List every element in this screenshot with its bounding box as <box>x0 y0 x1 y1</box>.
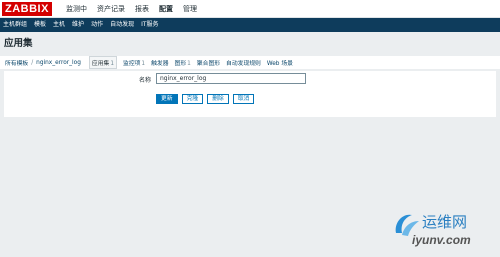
tab-graphs[interactable]: 图形1 <box>175 58 191 67</box>
tab-applications[interactable]: 应用集1 <box>88 56 118 69</box>
template-tabs: 所有模板 / nginx_error_log 应用集1 监控项1 触发器 图形1… <box>0 56 500 70</box>
form-buttons: 更新 克隆 删除 取消 <box>156 94 258 104</box>
breadcrumb-all-templates[interactable]: 所有模板 <box>5 58 28 67</box>
tab-discovery-rules[interactable]: 自动发现规则 <box>226 58 261 67</box>
menu-monitoring[interactable]: 监测中 <box>61 0 92 18</box>
tab-label: 图形 <box>174 61 187 67</box>
tab-label: 聚合图形 <box>196 61 221 67</box>
zabbix-logo[interactable]: ZABBIX <box>2 1 52 16</box>
tab-label: Web 场景 <box>266 61 293 67</box>
page-header: 应用集 <box>0 32 500 52</box>
tab-label: 自动发现规则 <box>226 61 261 67</box>
name-input[interactable] <box>156 73 306 84</box>
subnav-actions[interactable]: 动作 <box>91 18 108 32</box>
subnav-host-groups[interactable]: 主机群组 <box>3 18 32 32</box>
watermark-domain: iyunv.com <box>412 233 471 247</box>
delete-button[interactable]: 删除 <box>207 94 229 104</box>
top-navigation-bar: ZABBIX 监测中 资产记录 报表 配置 管理 <box>0 0 500 18</box>
breadcrumb-separator: / <box>31 59 34 66</box>
tab-label: 应用集 <box>91 61 110 67</box>
tab-screens[interactable]: 聚合图形 <box>197 58 220 67</box>
tab-count: 1 <box>141 61 146 67</box>
tab-label: 触发器 <box>151 61 169 67</box>
main-menu: 监测中 资产记录 报表 配置 管理 <box>61 0 202 18</box>
site-watermark: 运维网 iyunv.com <box>392 209 496 253</box>
tab-count: 1 <box>187 61 191 67</box>
name-label: 名称 <box>139 77 152 84</box>
subnav-templates[interactable]: 模板 <box>34 18 51 32</box>
application-form: 名称 更新 克隆 删除 取消 <box>4 71 496 117</box>
update-button[interactable]: 更新 <box>156 94 178 104</box>
tab-count: 1 <box>110 61 115 67</box>
breadcrumb-template[interactable]: nginx_error_log <box>36 60 81 66</box>
menu-configuration[interactable]: 配置 <box>154 0 178 18</box>
subnav-it-services[interactable]: IT服务 <box>141 18 163 32</box>
tab-web-scenarios[interactable]: Web 场景 <box>267 58 293 67</box>
menu-inventory[interactable]: 资产记录 <box>92 0 130 18</box>
tab-items[interactable]: 监控项1 <box>123 58 145 67</box>
tab-triggers[interactable]: 触发器 <box>151 58 168 67</box>
page-title: 应用集 <box>4 38 33 49</box>
sub-navigation-bar: 主机群组 模板 主机 维护 动作 自动发现 IT服务 <box>0 18 500 32</box>
menu-reports[interactable]: 报表 <box>130 0 154 18</box>
watermark-title: 运维网 <box>422 213 468 231</box>
cancel-button[interactable]: 取消 <box>232 94 255 104</box>
tab-label: 监控项 <box>123 61 141 67</box>
menu-administration[interactable]: 管理 <box>178 0 202 18</box>
subnav-maintenance[interactable]: 维护 <box>72 18 89 32</box>
clone-button[interactable]: 克隆 <box>181 94 204 104</box>
subnav-discovery[interactable]: 自动发现 <box>110 18 139 32</box>
subnav-hosts[interactable]: 主机 <box>53 18 70 32</box>
